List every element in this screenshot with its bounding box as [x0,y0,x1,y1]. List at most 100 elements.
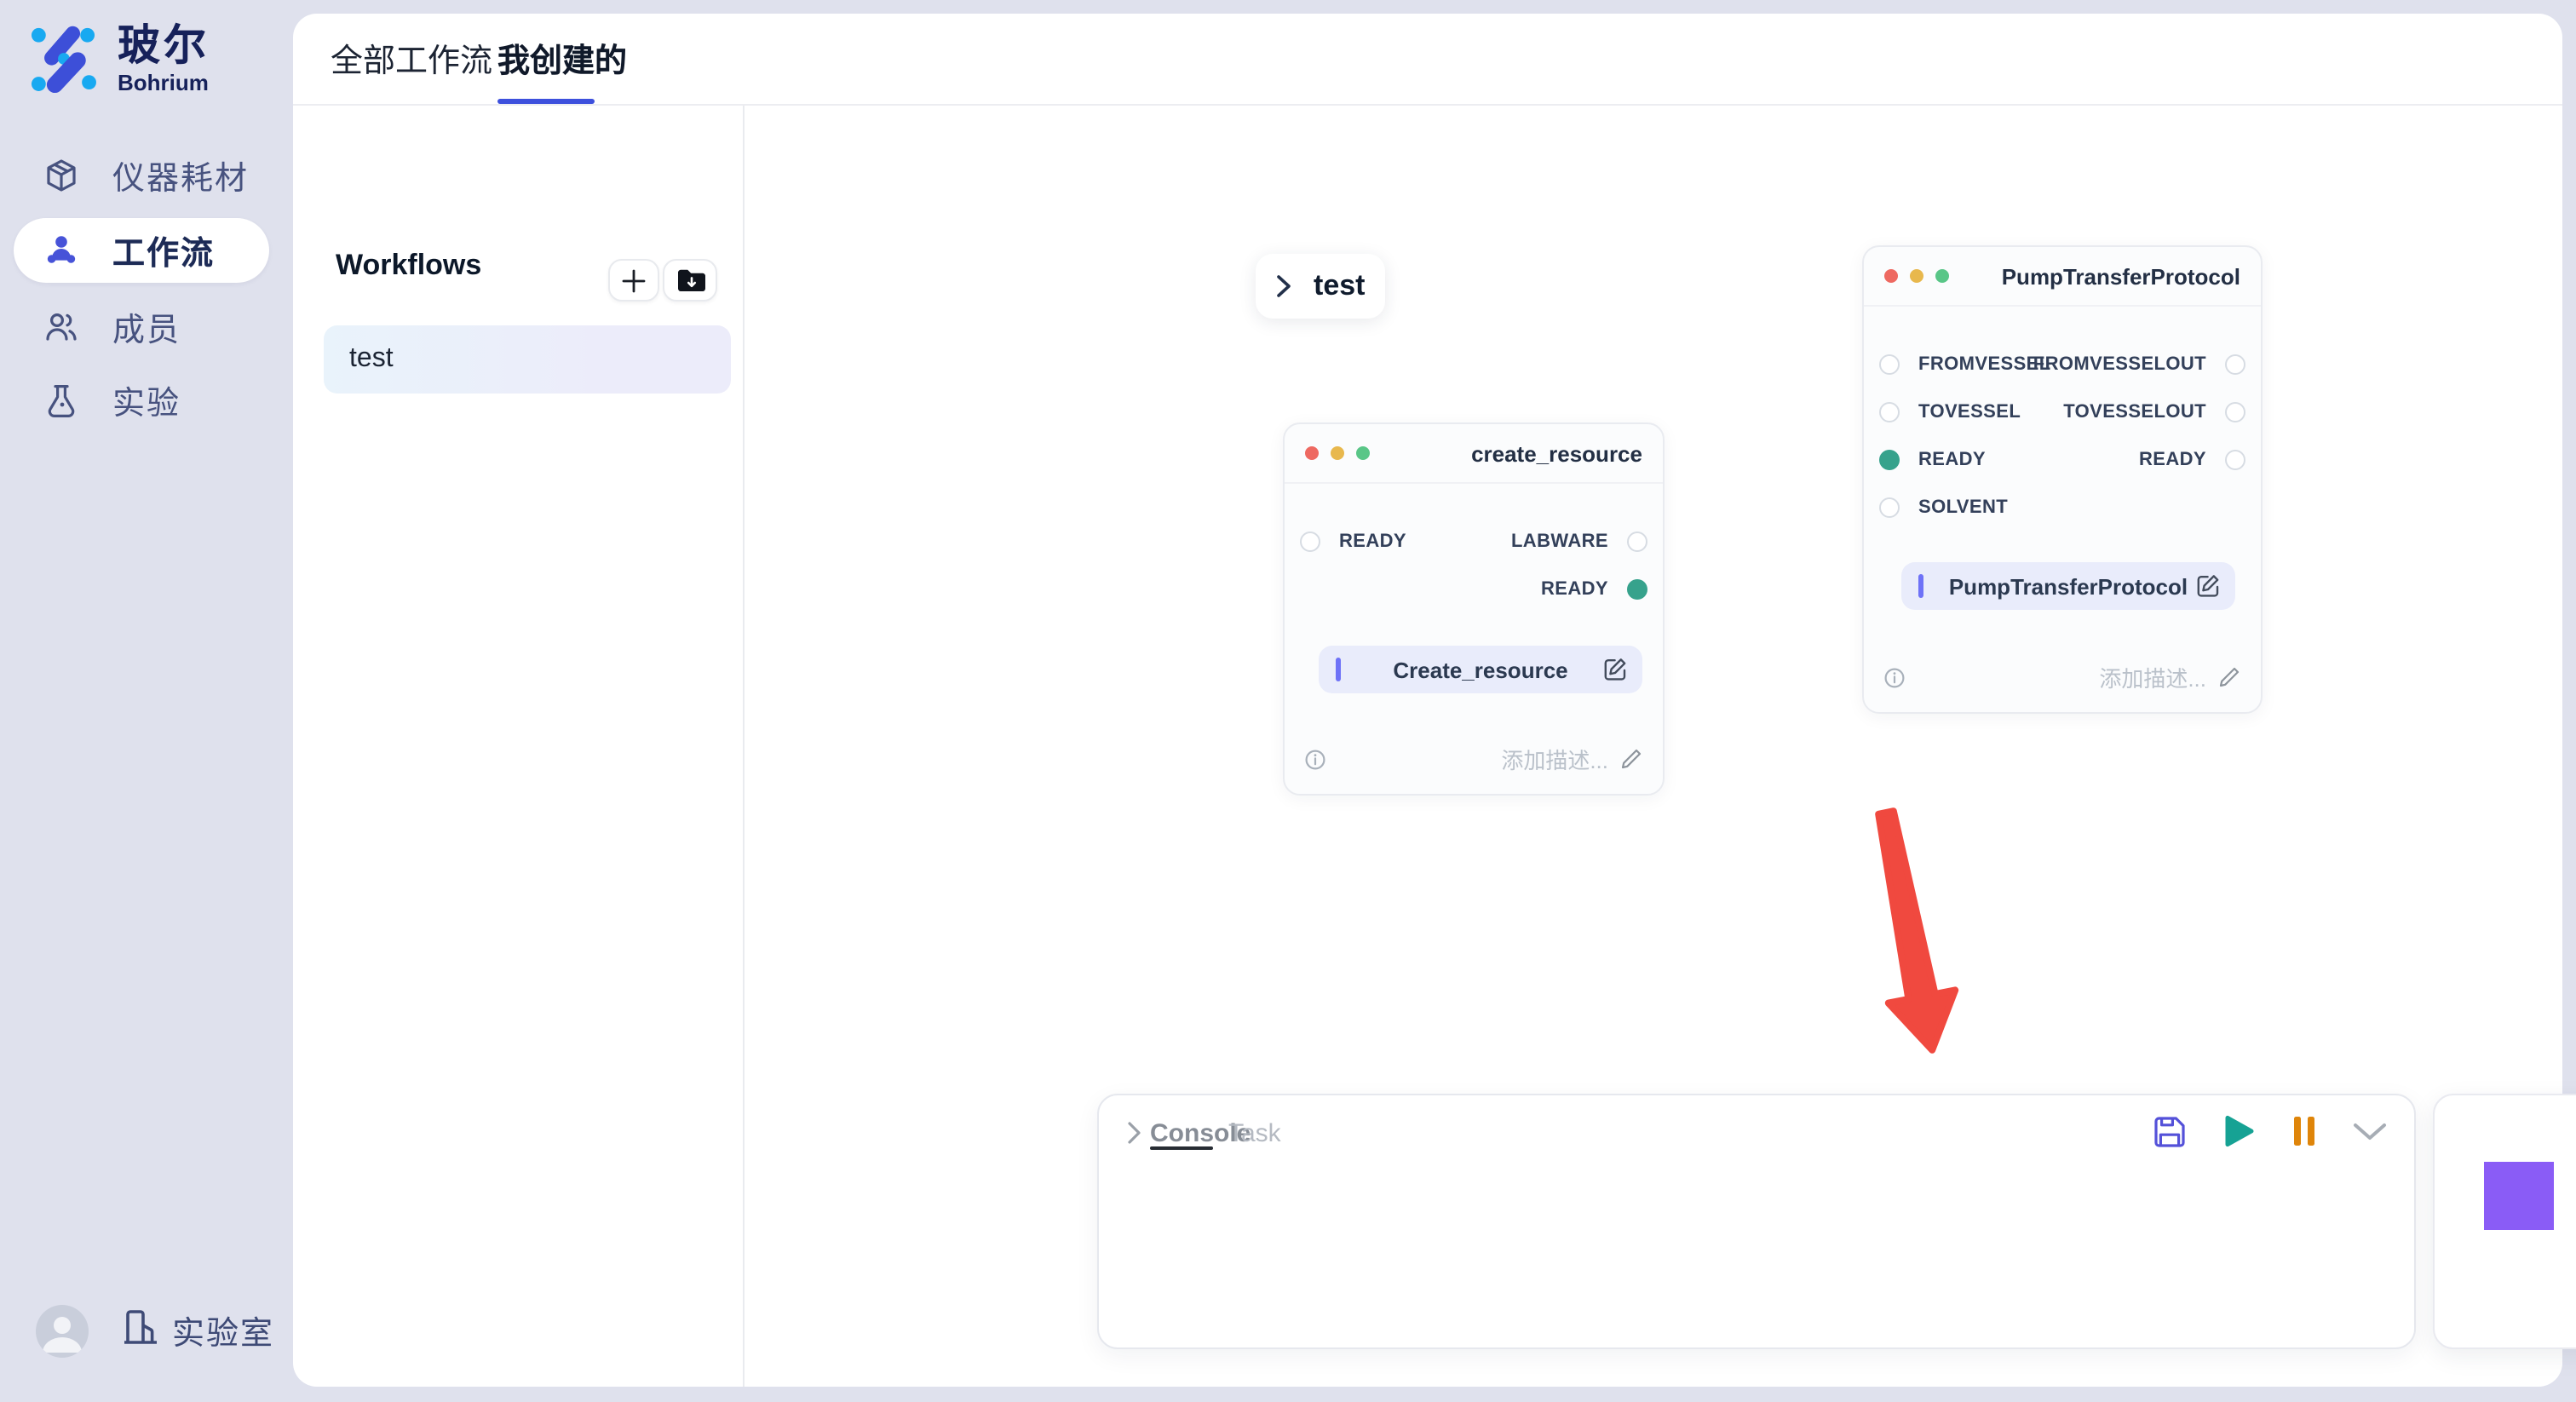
input-port-ready[interactable] [1300,531,1320,552]
output-port-labware[interactable] [1627,531,1647,552]
port-label: READY [1918,450,1986,470]
workflow-canvas[interactable]: test 美化 [745,106,2562,1387]
pencil-icon [1620,748,1642,770]
console-output-area[interactable] [1099,1170,2414,1347]
node-header: PumpTransferProtocol [1864,247,2261,307]
output-port-fromvesselout[interactable] [2225,354,2245,375]
port-label: FROMVESSEL [1918,354,2051,375]
collapse-chevron-icon[interactable] [2353,1122,2387,1141]
node-action-pill[interactable]: PumpTransferProtocol [1901,562,2235,610]
add-description-control[interactable]: 添加描述... [2099,661,2240,693]
workflow-panel-title: Workflows [336,249,481,283]
description-placeholder: 添加描述... [1501,743,1608,775]
node-title: create_resource [1471,440,1642,466]
building-icon [123,1308,158,1354]
port-row: READY [1285,566,1663,613]
pill-accent-bar [1336,658,1341,681]
bohrium-logo-icon [27,22,99,102]
port-label: TOVESSEL [1918,402,2021,422]
expand-chevron-icon[interactable] [1128,1121,1141,1145]
node-dot-yellow [1910,269,1923,283]
info-icon[interactable] [1305,749,1325,769]
port-row: FROMVESSEL FROMVESSELOUT [1864,341,2261,388]
port-label: READY [1339,531,1406,552]
add-workflow-button[interactable] [608,259,659,302]
node-dot-red [1884,269,1898,283]
workspace-switcher[interactable]: 实验室 [123,1308,274,1354]
save-icon[interactable] [2153,1115,2186,1147]
run-icon[interactable] [2223,1114,2256,1148]
sidebar-item-members[interactable]: 成员 [14,295,269,359]
brand-name-cn: 玻尔 [118,22,210,70]
node-title: PumpTransferProtocol [2002,263,2240,289]
edit-icon[interactable] [2196,574,2220,598]
description-placeholder: 添加描述... [2099,661,2206,693]
workflow-list-panel: Workflows test [293,106,743,1387]
active-tab-underline [497,99,595,104]
pill-label: Create_resource [1319,657,1642,682]
node-create-resource[interactable]: create_resource READY LABWARE [1283,422,1665,796]
port-row: READY LABWARE [1285,518,1663,566]
sidebar-item-label: 实验 [112,377,181,423]
pause-icon[interactable] [2293,1116,2315,1146]
add-description-control[interactable]: 添加描述... [1501,743,1642,775]
tab-all-workflows[interactable]: 全部工作流 [331,14,492,104]
node-pump-transfer-protocol[interactable]: PumpTransferProtocol FROMVESSEL FROMVESS… [1862,245,2263,714]
edit-icon[interactable] [1603,658,1627,681]
experiment-icon [44,383,78,417]
brand-name-en: Bohrium [118,70,210,95]
user-avatar[interactable] [36,1305,89,1358]
breadcrumb-label: test [1314,269,1365,303]
port-label: TOVESSELOUT [2063,402,2206,422]
canvas-minimap[interactable] [2433,1094,2576,1349]
sidebar-item-label: 仪器耗材 [112,152,249,198]
info-icon[interactable] [1884,667,1905,687]
brand-logo[interactable]: 玻尔 Bohrium [27,22,210,102]
folder-download-icon [676,267,704,293]
node-footer: 添加描述... [1864,661,2261,712]
node-dot-green [1935,269,1949,283]
node-dot-green [1356,446,1370,460]
tab-task[interactable]: Task [1228,1095,1281,1170]
sidebar-item-workflow[interactable]: 工作流 [14,218,269,283]
input-port-ready[interactable] [1879,450,1900,470]
workflow-list-item-test[interactable]: test [324,325,731,394]
sidebar: 玻尔 Bohrium 仪器耗材 [0,0,293,1402]
workflow-item-label: test [349,344,394,375]
output-port-ready[interactable] [2225,450,2245,470]
sidebar-item-label: 工作流 [112,227,215,273]
members-icon [44,310,78,344]
node-action-pill[interactable]: Create_resource [1319,646,1642,693]
sidebar-item-experiments[interactable]: 实验 [14,368,269,433]
sidebar-footer: 实验室 [36,1305,274,1358]
main-content-card: 全部工作流 我创建的 Workflows [293,14,2562,1387]
package-icon [44,158,78,192]
import-folder-button[interactable] [663,259,717,302]
workflow-tabs-bar: 全部工作流 我创建的 [293,14,2562,106]
workflow-icon [44,233,78,267]
port-label: READY [2139,450,2206,470]
sidebar-item-instruments[interactable]: 仪器耗材 [14,143,269,208]
console-panel: Console Task [1097,1094,2416,1349]
port-row: READY READY [1864,436,2261,484]
input-port-tovessel[interactable] [1879,402,1900,422]
minimap-node [2484,1162,2554,1230]
chevron-right-icon [1276,274,1291,298]
port-label: SOLVENT [1918,497,2008,518]
output-port-tovesselout[interactable] [2225,402,2245,422]
tab-my-created[interactable]: 我创建的 [497,14,627,104]
canvas-breadcrumb[interactable]: test [1256,254,1385,319]
port-row: SOLVENT [1864,484,2261,531]
output-port-ready[interactable] [1627,579,1647,600]
console-tab-underline [1150,1146,1213,1150]
app-root: 玻尔 Bohrium 仪器耗材 [0,0,2576,1402]
port-label: READY [1541,579,1608,600]
input-port-solvent[interactable] [1879,497,1900,518]
node-dot-yellow [1331,446,1344,460]
sidebar-item-label: 成员 [112,304,181,350]
node-dot-red [1305,446,1319,460]
console-header: Console Task [1099,1095,2414,1170]
port-row: TOVESSEL TOVESSELOUT [1864,388,2261,436]
input-port-fromvessel[interactable] [1879,354,1900,375]
workspace-label: 实验室 [172,1308,274,1354]
